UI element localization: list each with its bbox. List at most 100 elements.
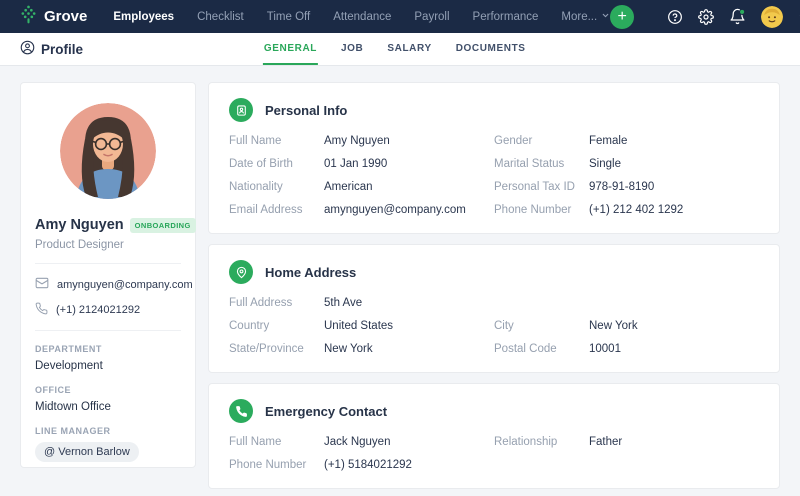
id-badge-icon: [229, 98, 253, 122]
field-value: (+1) 212 402 1292: [589, 204, 683, 216]
field-cell: GenderFemale: [494, 135, 759, 148]
field-cell: Marital StatusSingle: [494, 158, 759, 171]
personal-info-card: Personal InfoFull NameAmy NguyenGenderFe…: [208, 82, 780, 234]
employee-photo: [60, 103, 156, 199]
employee-phone-row[interactable]: (+1) 2124021292: [35, 302, 181, 318]
user-avatar[interactable]: [761, 6, 783, 28]
field-cell: Date of Birth01 Jan 1990: [229, 158, 494, 171]
navbar-actions: +: [610, 5, 800, 29]
divider: [35, 330, 181, 331]
field-row: CountryUnited StatesCityNew York: [229, 320, 759, 333]
field-label: Country: [229, 320, 324, 332]
line-manager-pill[interactable]: @ Vernon Barlow: [35, 442, 139, 462]
field-cell: Postal Code10001: [494, 343, 759, 356]
card-header: Home Address: [229, 260, 759, 284]
field-label: Phone Number: [229, 459, 324, 471]
field-value: 01 Jan 1990: [324, 158, 387, 170]
nav-item-attendance[interactable]: Attendance: [333, 11, 391, 23]
employee-name: Amy Nguyen: [35, 217, 124, 233]
field-label: Full Name: [229, 436, 324, 448]
nav-item-payroll[interactable]: Payroll: [414, 11, 449, 23]
nav-item-time-off[interactable]: Time Off: [267, 11, 310, 23]
nav-item-employees[interactable]: Employees: [113, 11, 174, 23]
field-value: (+1) 5184021292: [324, 459, 412, 471]
nav-item-more[interactable]: More...: [561, 11, 610, 23]
field-value: amynguyen@company.com: [324, 204, 466, 216]
field-label: State/Province: [229, 343, 324, 355]
detail-label: LINE MANAGER: [35, 426, 181, 436]
employee-details: DEPARTMENTDevelopment OFFICEMidtown Offic…: [35, 344, 181, 462]
field-label: Personal Tax ID: [494, 181, 589, 193]
field-value: Amy Nguyen: [324, 135, 390, 147]
tab-job[interactable]: JOB: [340, 33, 364, 65]
field-value: 10001: [589, 343, 621, 355]
field-row: State/ProvinceNew YorkPostal Code10001: [229, 343, 759, 356]
detail-office: OFFICEMidtown Office: [35, 385, 181, 413]
field-cell: Personal Tax ID978-91-8190: [494, 181, 759, 194]
tab-general[interactable]: GENERAL: [263, 33, 318, 65]
field-row: Full Address5th Ave: [229, 297, 759, 310]
nav-item-checklist[interactable]: Checklist: [197, 11, 244, 23]
detail-line-manager: LINE MANAGER @ Vernon Barlow: [35, 426, 181, 462]
help-icon[interactable]: [667, 9, 683, 25]
gear-icon[interactable]: [698, 9, 714, 25]
field-label: Email Address: [229, 204, 324, 216]
field-label: City: [494, 320, 589, 332]
field-value: Jack Nguyen: [324, 436, 390, 448]
profile-icon: [20, 40, 35, 58]
field-value: New York: [589, 320, 638, 332]
employee-phone: (+1) 2124021292: [56, 304, 140, 316]
field-rows: Full NameAmy NguyenGenderFemaleDate of B…: [229, 135, 759, 217]
tab-documents[interactable]: DOCUMENTS: [455, 33, 527, 65]
emergency-phone-icon: [229, 399, 253, 423]
field-value: 5th Ave: [324, 297, 362, 309]
page-title-label: Profile: [41, 42, 83, 57]
field-value: Female: [589, 135, 627, 147]
field-cell: Full Address5th Ave: [229, 297, 494, 310]
status-badge: ONBOARDING: [130, 218, 196, 233]
grove-tree-icon: [20, 5, 37, 28]
field-cell: Full NameAmy Nguyen: [229, 135, 494, 148]
card-title: Personal Info: [265, 103, 347, 118]
field-cell: [494, 297, 759, 310]
page-subheader: Profile GENERAL JOB SALARY DOCUMENTS: [0, 33, 800, 66]
field-cell: Phone Number(+1) 212 402 1292: [494, 204, 759, 217]
field-cell: RelationshipFather: [494, 436, 759, 449]
content-area: Amy Nguyen ONBOARDING Product Designer a…: [0, 66, 800, 489]
emergency-contact-card: Emergency ContactFull NameJack NguyenRel…: [208, 383, 780, 489]
profile-tabs: GENERAL JOB SALARY DOCUMENTS: [263, 33, 527, 65]
field-value: New York: [324, 343, 373, 355]
field-label: Full Address: [229, 297, 324, 309]
card-title: Emergency Contact: [265, 404, 387, 419]
chevron-down-icon: [601, 11, 610, 23]
field-row: Email Addressamynguyen@company.comPhone …: [229, 204, 759, 217]
detail-value: Development: [35, 360, 181, 372]
home-address-card: Home Address Full Address5th Ave CountryUn…: [208, 244, 780, 373]
field-value: Father: [589, 436, 622, 448]
nav-item-performance[interactable]: Performance: [473, 11, 539, 23]
card-header: Emergency Contact: [229, 399, 759, 423]
field-label: Date of Birth: [229, 158, 324, 170]
field-label: Phone Number: [494, 204, 589, 216]
detail-value: Midtown Office: [35, 401, 181, 413]
employee-email-row[interactable]: amynguyen@company.com: [35, 276, 181, 293]
field-row: Full NameAmy NguyenGenderFemale: [229, 135, 759, 148]
field-cell: State/ProvinceNew York: [229, 343, 494, 356]
detail-value: @ Vernon Barlow: [35, 442, 181, 462]
tab-salary[interactable]: SALARY: [386, 33, 432, 65]
employee-job-title: Product Designer: [35, 239, 181, 251]
add-button[interactable]: +: [610, 5, 634, 29]
field-label: Nationality: [229, 181, 324, 193]
field-cell: Full NameJack Nguyen: [229, 436, 494, 449]
field-rows: Full Address5th Ave CountryUnited StatesC…: [229, 297, 759, 356]
field-label: Gender: [494, 135, 589, 147]
employee-email: amynguyen@company.com: [57, 279, 193, 291]
field-cell: CountryUnited States: [229, 320, 494, 333]
bell-icon[interactable]: [729, 8, 746, 25]
map-pin-icon: [229, 260, 253, 284]
detail-department: DEPARTMENTDevelopment: [35, 344, 181, 372]
field-value: American: [324, 181, 373, 193]
field-cell: Email Addressamynguyen@company.com: [229, 204, 494, 217]
field-label: Full Name: [229, 135, 324, 147]
brand-logo[interactable]: Grove: [20, 5, 87, 28]
